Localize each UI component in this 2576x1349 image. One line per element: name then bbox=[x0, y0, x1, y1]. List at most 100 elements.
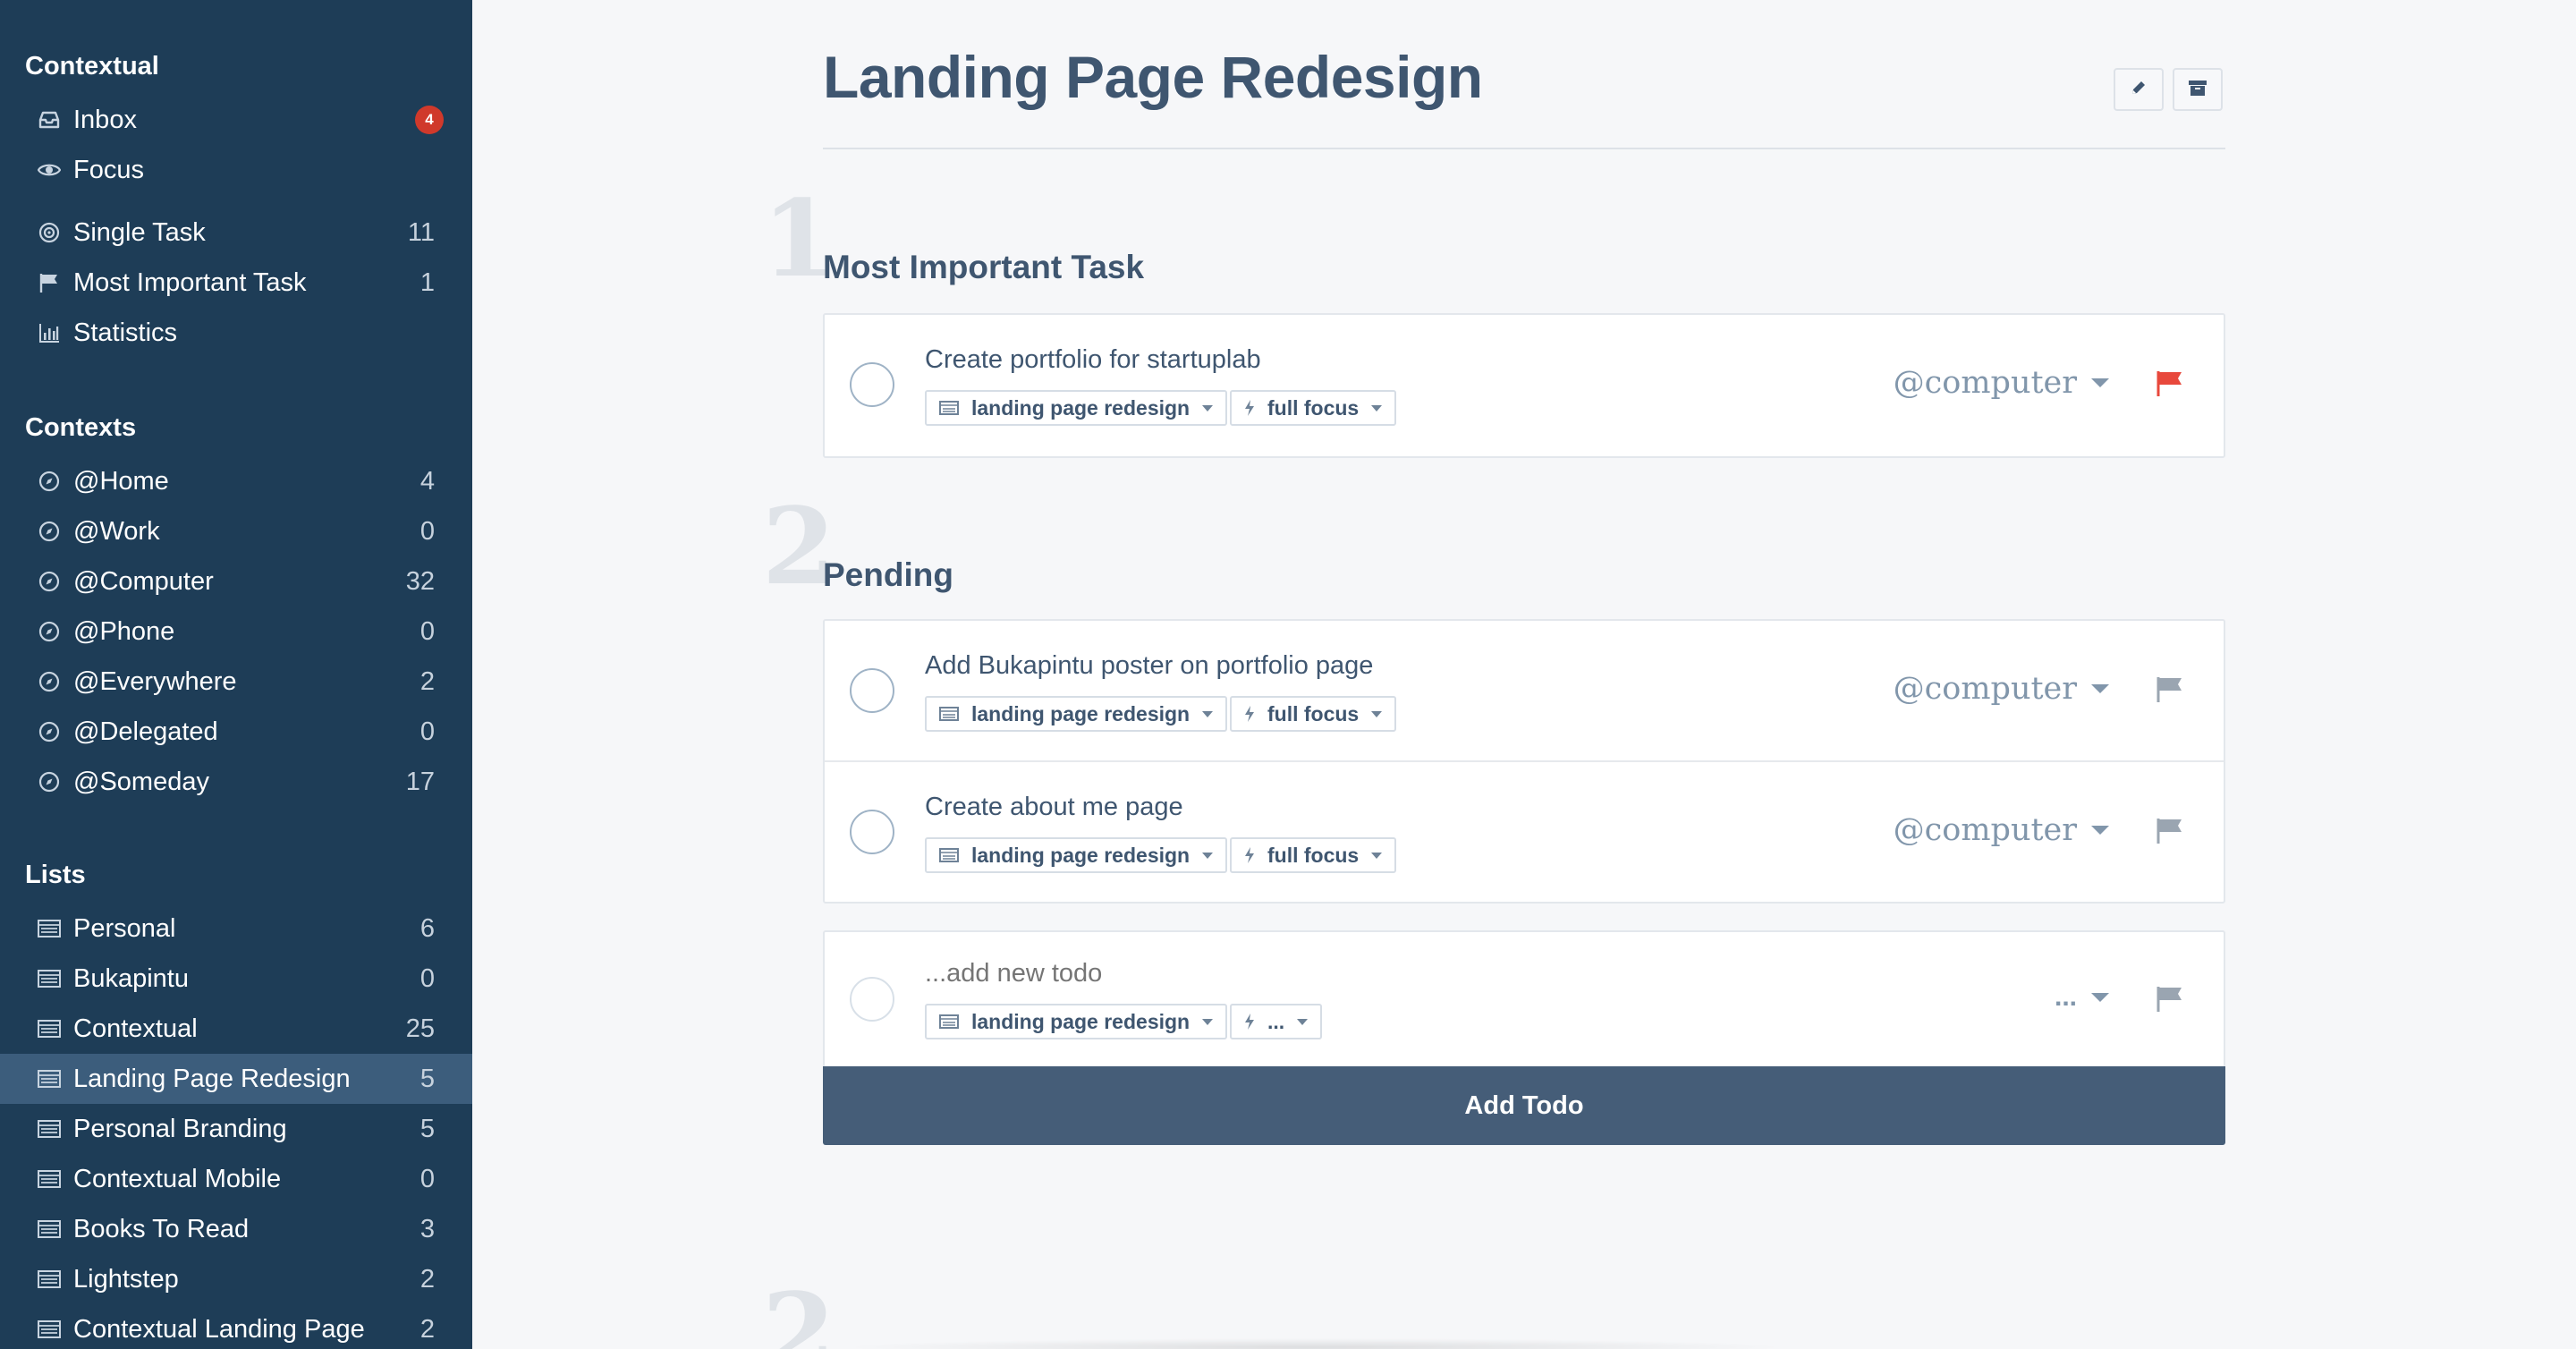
sidebar-item-count: 11 bbox=[407, 217, 435, 247]
chevron-down-icon bbox=[1371, 404, 1383, 411]
sidebar-item-statistics[interactable]: Statistics bbox=[0, 308, 472, 358]
sidebar-item-label: Statistics bbox=[73, 318, 178, 347]
pencil-icon bbox=[2130, 79, 2148, 101]
sidebar-item-list-landing-page-redesign[interactable]: Landing Page Redesign 5 bbox=[0, 1054, 472, 1104]
sidebar-item-label: Contextual bbox=[73, 1014, 198, 1043]
sidebar-item-list-lightstep[interactable]: Lightstep 2 bbox=[0, 1254, 472, 1304]
sidebar-item-count: 0 bbox=[419, 1164, 435, 1193]
energy-selector-label: full focus bbox=[1267, 701, 1360, 725]
chevron-down-icon bbox=[1202, 710, 1214, 717]
sidebar-item-single-task[interactable]: Single Task 11 bbox=[0, 208, 472, 258]
energy-selector[interactable]: ... bbox=[1230, 1004, 1323, 1039]
section-title-most-important-task: Most Important Task bbox=[823, 249, 1145, 285]
sidebar-item-context-everywhere[interactable]: @Everywhere 2 bbox=[0, 657, 472, 707]
sidebar-item-list-bukapintu[interactable]: Bukapintu 0 bbox=[0, 954, 472, 1004]
todo-checkbox[interactable] bbox=[850, 362, 894, 407]
bar-chart-icon bbox=[36, 308, 63, 358]
context-selector[interactable]: ... bbox=[2055, 982, 2109, 1013]
sidebar-item-count: 25 bbox=[405, 1014, 435, 1043]
new-todo-form: landing page redesign ... ... bbox=[823, 930, 2225, 1068]
list-selector[interactable]: landing page redesign bbox=[925, 837, 1228, 873]
energy-selector[interactable]: full focus bbox=[1230, 837, 1397, 873]
list-selector[interactable]: landing page redesign bbox=[925, 1004, 1228, 1039]
add-todo-button[interactable]: Add Todo bbox=[823, 1066, 2225, 1145]
sidebar-item-count: 0 bbox=[419, 616, 435, 646]
list-icon bbox=[939, 401, 959, 415]
sidebar-item-list-personal-branding[interactable]: Personal Branding 5 bbox=[0, 1104, 472, 1154]
list-icon bbox=[36, 1104, 63, 1154]
page-title: Landing Page Redesign bbox=[823, 44, 1483, 110]
sidebar-item-list-contextual[interactable]: Contextual 25 bbox=[0, 1004, 472, 1054]
archive-icon bbox=[2188, 79, 2207, 101]
sidebar-item-label: @Someday bbox=[73, 767, 209, 796]
pending-card: Add Bukapintu poster on portfolio page l… bbox=[823, 619, 2225, 904]
todo-title[interactable]: Add Bukapintu poster on portfolio page bbox=[925, 651, 1373, 681]
flag-active-icon[interactable] bbox=[2154, 369, 2184, 399]
list-icon bbox=[36, 1254, 63, 1304]
energy-selector-label: full focus bbox=[1267, 395, 1360, 420]
lightning-icon bbox=[1244, 847, 1255, 863]
energy-selector[interactable]: full focus bbox=[1230, 696, 1397, 732]
sidebar-item-context-home[interactable]: @Home 4 bbox=[0, 456, 472, 506]
sidebar-item-context-someday[interactable]: @Someday 17 bbox=[0, 757, 472, 807]
sidebar-item-count: 2 bbox=[419, 1264, 435, 1294]
list-selector-label: landing page redesign bbox=[971, 395, 1191, 420]
edit-list-button[interactable] bbox=[2114, 68, 2164, 111]
mit-card: Create portfolio for startuplab landing … bbox=[823, 313, 2225, 458]
todo-item: Add Bukapintu poster on portfolio page l… bbox=[825, 621, 2224, 760]
sidebar-item-label: Most Important Task bbox=[73, 267, 307, 297]
todo-title[interactable]: Create portfolio for startuplab bbox=[925, 345, 1261, 375]
list-icon bbox=[939, 1014, 959, 1029]
sidebar-item-most-important-task[interactable]: Most Important Task 1 bbox=[0, 258, 472, 308]
sidebar-item-context-phone[interactable]: @Phone 0 bbox=[0, 607, 472, 657]
energy-selector-label: full focus bbox=[1267, 843, 1360, 867]
sidebar-item-focus[interactable]: Focus bbox=[0, 145, 472, 195]
list-selector-label: landing page redesign bbox=[971, 701, 1191, 725]
flag-icon[interactable] bbox=[2154, 816, 2184, 846]
header-divider bbox=[823, 148, 2225, 149]
new-todo-checkbox bbox=[850, 977, 894, 1022]
sidebar-item-list-contextual-mobile[interactable]: Contextual Mobile 0 bbox=[0, 1154, 472, 1204]
list-icon bbox=[939, 848, 959, 862]
sidebar-item-label: @Everywhere bbox=[73, 666, 237, 696]
chevron-down-icon bbox=[1202, 404, 1214, 411]
list-icon bbox=[36, 1154, 63, 1204]
chevron-down-icon bbox=[2091, 993, 2109, 1002]
compass-icon bbox=[36, 456, 63, 506]
sidebar-item-label: Landing Page Redesign bbox=[73, 1064, 351, 1093]
todo-item: Create portfolio for startuplab landing … bbox=[825, 315, 2224, 454]
sidebar-item-count: 4 bbox=[419, 466, 435, 496]
sidebar-item-inbox[interactable]: Inbox 4 bbox=[0, 95, 472, 145]
list-selector[interactable]: landing page redesign bbox=[925, 696, 1228, 732]
sidebar-item-list-contextual-landing-page[interactable]: Contextual Landing Page 2 bbox=[0, 1304, 472, 1349]
target-icon bbox=[36, 208, 63, 258]
sidebar-item-list-books-to-read[interactable]: Books To Read 3 bbox=[0, 1204, 472, 1254]
context-selector[interactable]: @computer bbox=[1894, 812, 2109, 848]
sidebar-item-count: 3 bbox=[419, 1214, 435, 1243]
context-selector-label: ... bbox=[2054, 982, 2077, 1012]
sidebar-item-count: 0 bbox=[419, 516, 435, 546]
archive-list-button[interactable] bbox=[2173, 68, 2223, 111]
flag-icon[interactable] bbox=[2154, 984, 2184, 1014]
new-todo-input[interactable] bbox=[925, 959, 1730, 988]
sidebar-item-context-computer[interactable]: @Computer 32 bbox=[0, 556, 472, 607]
list-selector[interactable]: landing page redesign bbox=[925, 390, 1228, 426]
sidebar-item-list-personal[interactable]: Personal 6 bbox=[0, 904, 472, 954]
sidebar-item-context-delegated[interactable]: @Delegated 0 bbox=[0, 707, 472, 757]
chevron-down-icon bbox=[1202, 1018, 1214, 1025]
energy-selector[interactable]: full focus bbox=[1230, 390, 1397, 426]
todo-title[interactable]: Create about me page bbox=[925, 793, 1183, 822]
todo-checkbox[interactable] bbox=[850, 668, 894, 713]
context-selector[interactable]: @computer bbox=[1894, 671, 2109, 707]
compass-icon bbox=[36, 506, 63, 556]
sidebar-item-count: 5 bbox=[419, 1114, 435, 1143]
sidebar-item-context-work[interactable]: @Work 0 bbox=[0, 506, 472, 556]
list-selector-label: landing page redesign bbox=[971, 1009, 1191, 1033]
sidebar-heading-lists: Lists bbox=[25, 861, 86, 889]
todo-checkbox[interactable] bbox=[850, 810, 894, 854]
section-title-pending: Pending bbox=[823, 556, 953, 593]
context-selector[interactable]: @computer bbox=[1894, 365, 2109, 401]
chevron-down-icon bbox=[2091, 826, 2109, 835]
flag-icon[interactable] bbox=[2154, 674, 2184, 705]
compass-icon bbox=[36, 757, 63, 807]
